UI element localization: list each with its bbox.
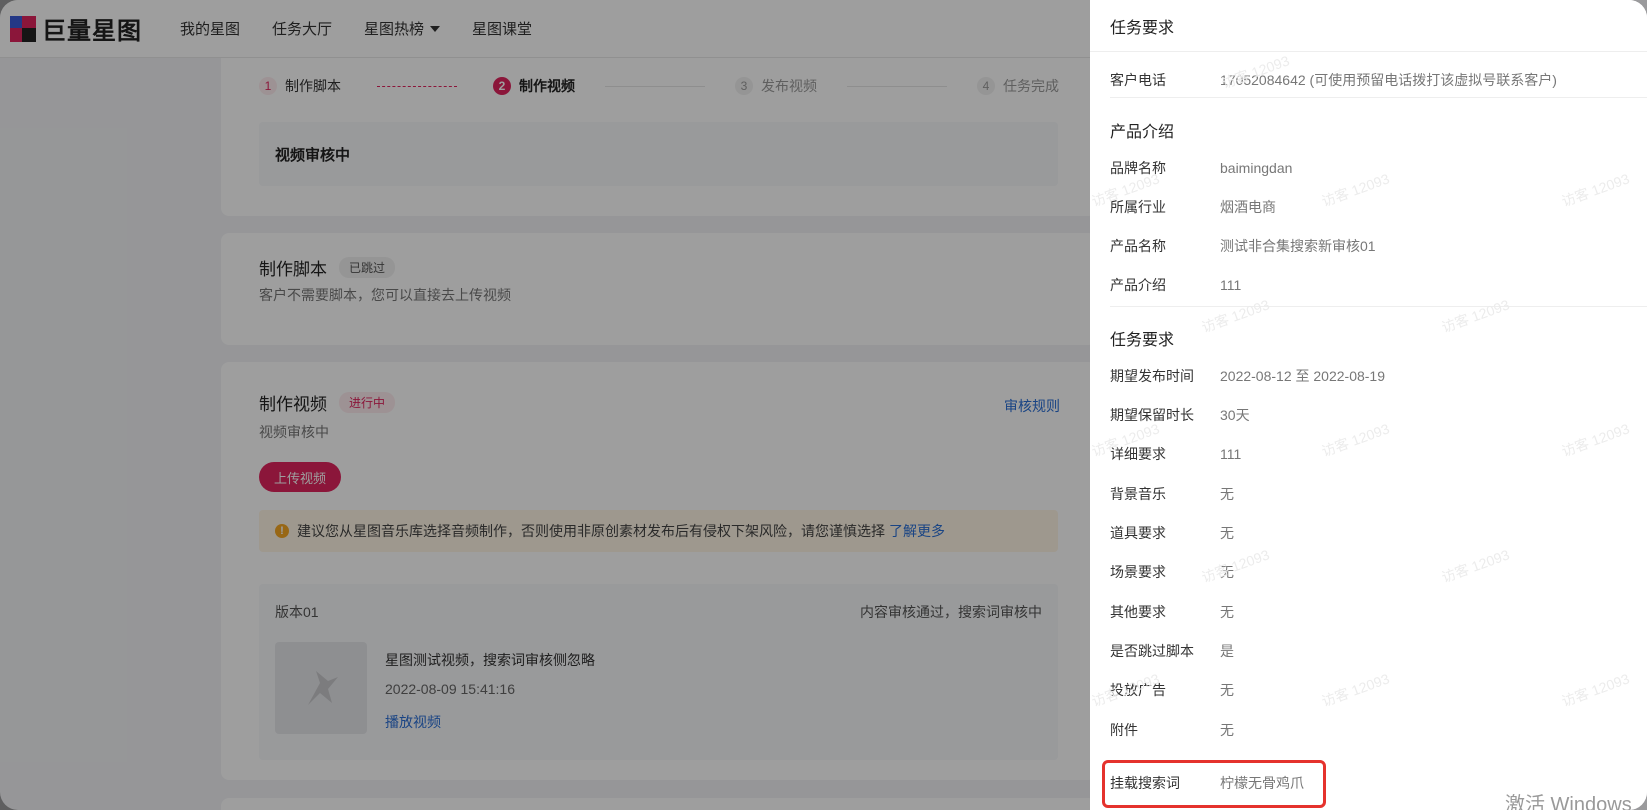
bgm-label: 背景音乐 (1110, 486, 1166, 502)
watermark: 访客 12093 (1559, 170, 1632, 210)
modal-mask[interactable] (0, 0, 1090, 810)
task-row: 背景音乐 无 (1110, 484, 1234, 504)
watermark: 访客 12093 (1559, 420, 1632, 460)
attachment-value: 无 (1220, 722, 1234, 738)
phone-label: 客户电话 (1110, 72, 1166, 88)
other-value: 无 (1220, 604, 1234, 620)
bgm-value: 无 (1220, 486, 1234, 502)
product-name-value: 测试非合集搜索新审核01 (1220, 238, 1376, 254)
product-row: 所属行业 烟酒电商 (1110, 197, 1276, 217)
scene-value: 无 (1220, 564, 1234, 580)
industry-value: 烟酒电商 (1220, 199, 1276, 215)
product-intro-label: 产品介绍 (1110, 277, 1166, 293)
task-row: 道具要求 无 (1110, 523, 1234, 543)
product-row: 品牌名称 baimingdan (1110, 158, 1292, 178)
skip-script-label: 是否跳过脚本 (1110, 643, 1194, 659)
task-row: 附件 无 (1110, 720, 1234, 740)
watermark: 访客 12093 (1559, 670, 1632, 710)
watermark: 访客 12093 (1199, 296, 1272, 336)
product-row: 产品名称 测试非合集搜索新审核01 (1110, 236, 1376, 256)
product-section-title: 产品介绍 (1110, 124, 1175, 141)
task-row: 投放广告 无 (1110, 680, 1234, 700)
ads-value: 无 (1220, 682, 1234, 698)
watermark: 访客 12093 (1319, 670, 1392, 710)
phone-value: 17052084642 (可使用预留电话拨打该虚拟号联系客户) (1220, 72, 1557, 88)
divider (1110, 97, 1647, 98)
scene-label: 场景要求 (1110, 564, 1166, 580)
retention-value: 30天 (1220, 407, 1250, 423)
watermark: 访客 12093 (1319, 170, 1392, 210)
highlight-box (1102, 760, 1326, 808)
activate-windows-watermark: 激活 Windows (1505, 794, 1632, 810)
props-value: 无 (1220, 525, 1234, 541)
industry-label: 所属行业 (1110, 199, 1166, 215)
props-label: 道具要求 (1110, 525, 1166, 541)
task-row: 场景要求 无 (1110, 562, 1234, 582)
task-row: 详细要求 111 (1110, 444, 1241, 464)
ads-label: 投放广告 (1110, 682, 1166, 698)
product-intro-value: 111 (1220, 277, 1242, 293)
watermark: 访客 12093 (1439, 546, 1512, 586)
detail-label: 详细要求 (1110, 446, 1166, 462)
attachment-label: 附件 (1110, 722, 1138, 738)
task-requirements-drawer: 任务要求 客户电话 17052084642 (可使用预留电话拨打该虚拟号联系客户… (1090, 0, 1647, 810)
product-name-label: 产品名称 (1110, 238, 1166, 254)
task-section-title: 任务要求 (1110, 332, 1175, 349)
task-row: 是否跳过脚本 是 (1110, 641, 1234, 661)
other-label: 其他要求 (1110, 604, 1166, 620)
divider (1110, 306, 1647, 307)
drawer-title: 任务要求 (1090, 0, 1647, 52)
retention-label: 期望保留时长 (1110, 407, 1194, 423)
brand-label: 品牌名称 (1110, 160, 1166, 176)
task-row: 期望保留时长 30天 (1110, 405, 1250, 425)
phone-row: 客户电话 17052084642 (可使用预留电话拨打该虚拟号联系客户) (1110, 70, 1557, 90)
product-row: 产品介绍 111 (1110, 275, 1241, 295)
skip-script-value: 是 (1220, 643, 1234, 659)
watermark: 访客 12093 (1439, 296, 1512, 336)
task-row: 期望发布时间 2022-08-12 至 2022-08-19 (1110, 366, 1385, 386)
publish-time-value: 2022-08-12 至 2022-08-19 (1220, 368, 1386, 384)
detail-value: 111 (1220, 446, 1242, 462)
publish-time-label: 期望发布时间 (1110, 368, 1194, 384)
brand-value: baimingdan (1220, 160, 1293, 176)
watermark: 访客 12093 (1319, 420, 1392, 460)
task-row: 其他要求 无 (1110, 602, 1234, 622)
